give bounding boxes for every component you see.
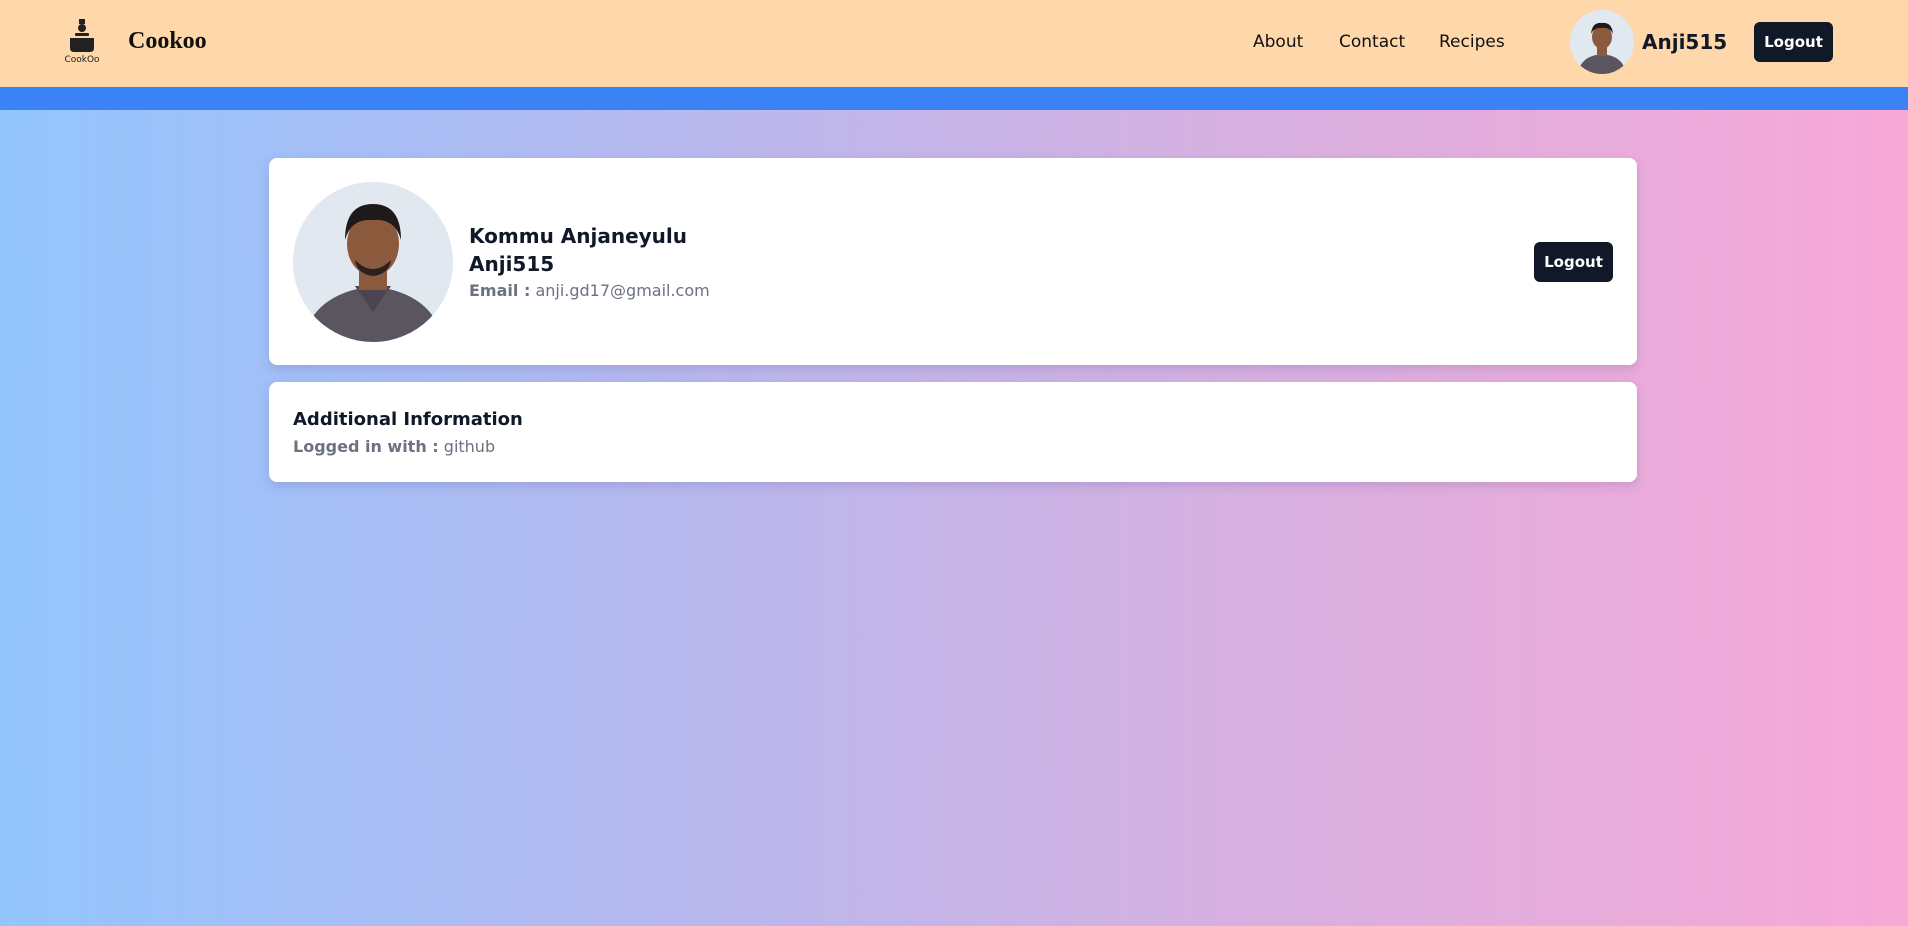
login-value: github (443, 437, 496, 456)
chef-pot-icon (70, 19, 94, 52)
top-navbar: CookOo Cookoo About Contact Recipes Anji… (0, 0, 1908, 87)
cookoo-logo[interactable]: CookOo (62, 18, 102, 66)
profile-email-row: Email : anji.gd17@gmail.com (469, 281, 710, 300)
login-provider-row: Logged in with : github (293, 437, 495, 456)
profile-avatar (293, 182, 453, 342)
user-photo-icon (1570, 10, 1634, 74)
login-label: Logged in with : (293, 437, 439, 456)
nav-link-contact[interactable]: Contact (1339, 32, 1405, 52)
nav-logout-button[interactable]: Logout (1754, 22, 1833, 62)
profile-card: Kommu Anjaneyulu Anji515 Email : anji.gd… (269, 158, 1637, 365)
accent-strip (0, 87, 1908, 110)
email-label: Email : (469, 281, 531, 300)
additional-info-title: Additional Information (293, 409, 523, 430)
email-value: anji.gd17@gmail.com (535, 281, 710, 300)
profile-username: Anji515 (469, 252, 555, 276)
profile-logout-button[interactable]: Logout (1534, 242, 1613, 282)
user-photo-icon (293, 182, 453, 342)
brand-name[interactable]: Cookoo (128, 28, 207, 55)
nav-username: Anji515 (1642, 30, 1728, 54)
nav-link-recipes[interactable]: Recipes (1439, 32, 1505, 52)
nav-avatar[interactable] (1570, 10, 1634, 74)
profile-full-name: Kommu Anjaneyulu (469, 224, 688, 248)
nav-link-about[interactable]: About (1253, 32, 1303, 52)
logo-text: CookOo (64, 55, 100, 65)
additional-info-card: Additional Information Logged in with : … (269, 382, 1637, 482)
